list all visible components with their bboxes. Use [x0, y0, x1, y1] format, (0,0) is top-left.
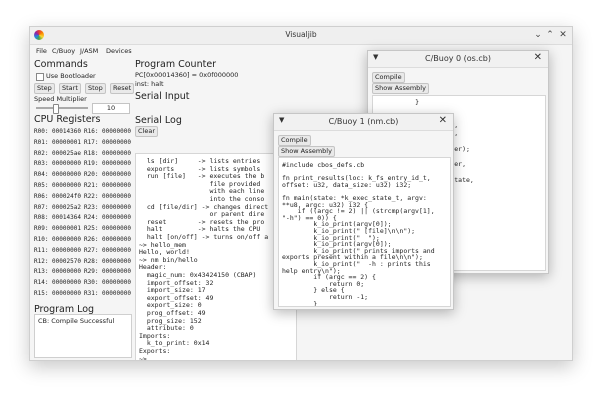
program-counter-heading: Program Counter	[135, 59, 217, 70]
start-button[interactable]: Start	[59, 83, 81, 94]
register-value: R03: 00000000	[34, 160, 81, 168]
register-value: R00: 00014360	[34, 128, 81, 135]
menu-cbuoy[interactable]: C/Buoy	[52, 47, 75, 55]
cbuoy0-show-assembly-button[interactable]: Show Assembly	[372, 83, 429, 94]
code-line: }	[282, 299, 318, 307]
register-value: R15: 00000000	[34, 290, 81, 297]
cbuoy1-compile-button[interactable]: Compile	[278, 135, 311, 146]
register-value: R05: 00000000	[34, 182, 81, 189]
stop-button[interactable]: Stop	[85, 83, 106, 94]
serial-input-field[interactable]	[135, 105, 275, 115]
register-value: R25: 00000000	[84, 225, 131, 233]
cbuoy1-title: C/Buoy 1 (nm.cb)	[328, 117, 399, 126]
menu-file[interactable]: File	[36, 47, 47, 55]
pc-value: PC[0x00014360] = 0x0f000000	[135, 71, 239, 79]
commands-heading: Commands	[34, 59, 88, 70]
use-bootloader-checkbox[interactable]	[36, 73, 44, 81]
menu-jasm[interactable]: J/ASM	[80, 47, 98, 55]
serial-log-heading: Serial Log	[135, 115, 182, 126]
program-log-box[interactable]: CB: Compile Successful	[34, 314, 132, 358]
register-value: R12: 00002570	[34, 257, 81, 265]
register-value: R27: 00000000	[84, 246, 131, 254]
title-bar: Visualjib ⌄ ⌃ ✕	[30, 27, 572, 45]
maximize-icon[interactable]: ⌃	[544, 29, 556, 41]
serial-log-line: ~>	[139, 354, 147, 361]
register-value: R13: 00000000	[34, 268, 81, 276]
inst-value: inst: halt	[135, 80, 164, 88]
serial-input-heading: Serial Input	[135, 91, 190, 102]
register-value: R14: 00000000	[34, 279, 81, 287]
register-value: R21: 00000000	[84, 182, 131, 189]
register-value: R01: 00000001	[34, 138, 81, 146]
speed-multiplier-label: Speed Multiplier	[34, 95, 87, 103]
cbuoy0-title: C/Buoy 0 (os.cb)	[425, 54, 491, 63]
cbuoy0-titlebar: ▼ C/Buoy 0 (os.cb) ✕	[368, 51, 548, 68]
window-title: Visualjib	[285, 30, 317, 39]
register-value: R20: 00000000	[84, 171, 131, 179]
code-line: #include cbos_defs.cb	[282, 161, 365, 169]
register-value: R23: 00000000	[84, 203, 131, 211]
register-value: R10: 00000000	[34, 236, 81, 243]
speed-value-field[interactable]: 10	[92, 103, 130, 114]
program-log-text: CB: Compile Successful	[38, 317, 115, 325]
register-value: R28: 00000000	[84, 257, 131, 265]
reset-button[interactable]: Reset	[110, 83, 135, 94]
register-value: R11: 00000000	[34, 246, 81, 254]
cbuoy1-window: ▼ C/Buoy 1 (nm.cb) ✕ Compile Show Assemb…	[273, 113, 454, 310]
register-value: R22: 00000000	[84, 192, 131, 200]
cbuoy0-compile-button[interactable]: Compile	[372, 72, 405, 83]
speed-slider[interactable]	[36, 104, 88, 114]
register-value: R08: 00014364	[34, 214, 81, 222]
register-value: R09: 00000001	[34, 225, 81, 233]
register-value: R31: 00000000	[84, 290, 131, 297]
code-line: }	[376, 98, 420, 106]
cbuoy1-code-editor[interactable]: #include cbos_defs.cb fn print_results(lo…	[278, 157, 451, 307]
register-value: R06: 000024f0	[34, 192, 81, 200]
register-value: R29: 00000000	[84, 268, 131, 276]
code-line: offset: u32, data_size: u32) i32;	[282, 180, 412, 189]
close-icon[interactable]: ✕	[534, 52, 542, 63]
cbuoy1-show-assembly-button[interactable]: Show Assembly	[278, 146, 335, 157]
register-value: R30: 00000000	[84, 279, 131, 287]
register-value: R17: 00000000	[84, 138, 131, 146]
register-value: R02: 000025ae	[34, 149, 81, 157]
register-value: R24: 00000000	[84, 214, 131, 222]
step-button[interactable]: Step	[34, 83, 55, 94]
menu-devices[interactable]: Devices	[106, 47, 132, 55]
register-value: R18: 00000000	[84, 149, 131, 157]
cbuoy1-titlebar: ▼ C/Buoy 1 (nm.cb) ✕	[274, 114, 453, 131]
cpu-registers-heading: CPU Registers	[34, 114, 101, 125]
speed-slider-thumb[interactable]	[52, 104, 59, 114]
clear-button[interactable]: Clear	[135, 126, 158, 137]
close-icon[interactable]: ✕	[557, 29, 569, 41]
register-value: R07: 000025a2	[34, 203, 81, 211]
minimize-icon[interactable]: ⌄	[532, 29, 544, 41]
register-value: R19: 00000000	[84, 160, 131, 168]
register-value: R16: 00000000	[84, 128, 131, 135]
register-value: R04: 00000000	[34, 171, 81, 179]
close-icon[interactable]: ✕	[439, 115, 447, 126]
register-value: R26: 00000000	[84, 236, 131, 243]
use-bootloader-label: Use Bootloader	[46, 72, 96, 80]
